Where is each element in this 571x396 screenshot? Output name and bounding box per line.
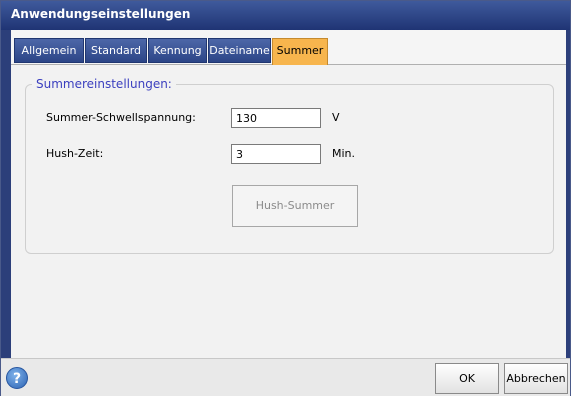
ok-button[interactable]: OK: [435, 363, 499, 394]
right-frame: [566, 30, 570, 358]
settings-panel: Summereinstellungen: Summer-Schwellspann…: [11, 65, 566, 358]
dialog-footer: ? OK Abbrechen: [1, 358, 570, 396]
app-window: Anwendungseinstellungen Allgemein Standa…: [0, 0, 571, 396]
help-icon[interactable]: ?: [6, 367, 28, 389]
group-title: Summereinstellungen:: [32, 77, 176, 91]
tab-dateiname[interactable]: Dateiname: [208, 38, 271, 63]
left-frame: [1, 30, 11, 358]
hush-summer-button[interactable]: Hush-Summer: [232, 185, 358, 227]
hush-time-input[interactable]: [231, 144, 321, 164]
tab-bar: Allgemein Standard Kennung Dateiname Sum…: [11, 30, 566, 65]
threshold-input[interactable]: [231, 108, 321, 128]
cancel-button[interactable]: Abbrechen: [504, 363, 568, 394]
window-title: Anwendungseinstellungen: [1, 1, 570, 30]
hush-time-label: Hush-Zeit:: [46, 147, 104, 160]
tab-standard[interactable]: Standard: [85, 38, 147, 63]
tab-kennung[interactable]: Kennung: [148, 38, 207, 63]
tab-summer[interactable]: Summer: [272, 38, 328, 65]
hush-time-unit: Min.: [332, 147, 356, 160]
threshold-label: Summer-Schwellspannung:: [46, 111, 196, 124]
threshold-unit: V: [332, 111, 340, 124]
summer-settings-group: Summereinstellungen: Summer-Schwellspann…: [25, 77, 554, 254]
tab-allgemein[interactable]: Allgemein: [14, 38, 84, 63]
